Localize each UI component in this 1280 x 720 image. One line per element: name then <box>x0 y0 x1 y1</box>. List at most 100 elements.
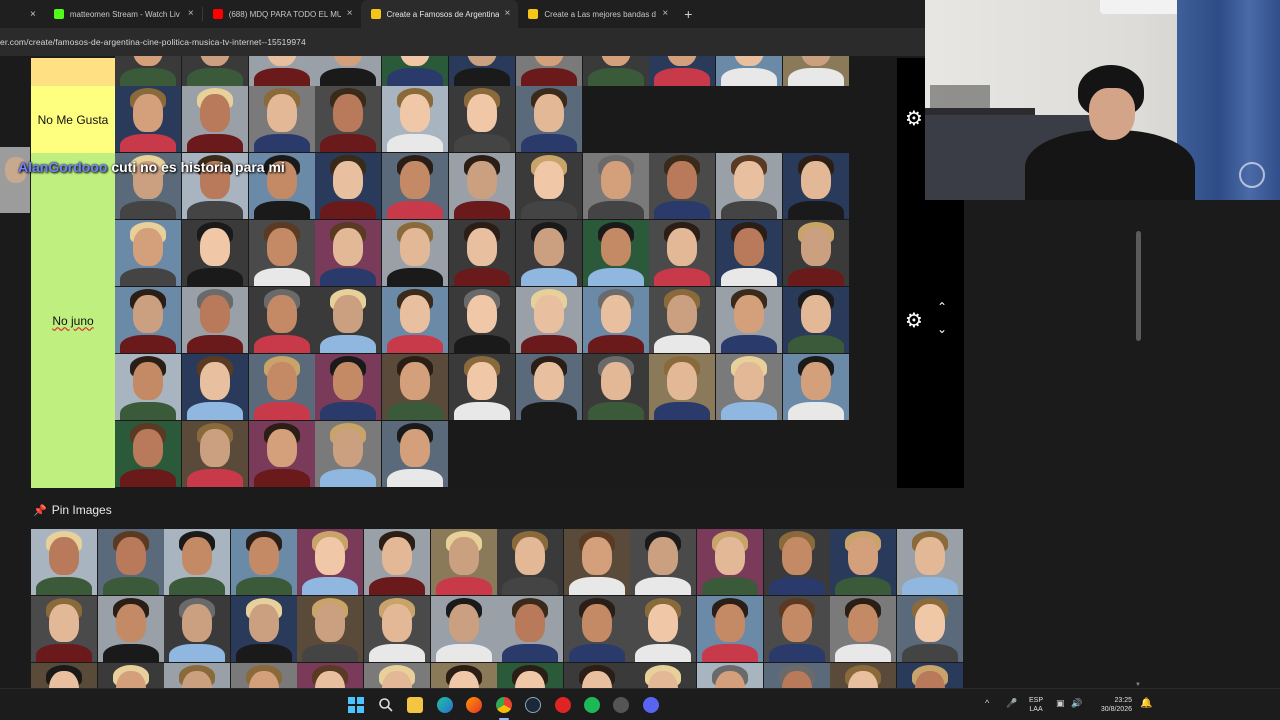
edge-icon[interactable] <box>437 697 453 713</box>
image-thumbnail[interactable] <box>716 354 782 420</box>
image-thumbnail[interactable] <box>583 153 649 219</box>
image-thumbnail[interactable] <box>449 86 515 152</box>
search-icon[interactable] <box>378 697 394 713</box>
image-thumbnail[interactable] <box>897 663 963 688</box>
image-thumbnail[interactable] <box>315 86 381 152</box>
image-thumbnail[interactable] <box>830 596 896 662</box>
image-thumbnail[interactable] <box>783 287 849 353</box>
image-thumbnail[interactable] <box>382 153 448 219</box>
image-thumbnail[interactable] <box>516 220 582 286</box>
browser-tab-tiermaker-bandas[interactable]: Create a Las mejores bandas de × <box>518 0 676 28</box>
image-thumbnail[interactable] <box>764 596 830 662</box>
image-thumbnail[interactable] <box>649 153 715 219</box>
image-thumbnail[interactable] <box>382 86 448 152</box>
image-thumbnail[interactable] <box>182 220 248 286</box>
image-thumbnail[interactable] <box>31 596 97 662</box>
image-thumbnail[interactable] <box>364 596 430 662</box>
obs-icon[interactable] <box>613 697 629 713</box>
image-thumbnail[interactable] <box>830 529 896 595</box>
image-thumbnail[interactable] <box>31 663 97 688</box>
firefox-icon[interactable] <box>466 697 482 713</box>
image-thumbnail[interactable] <box>231 596 297 662</box>
image-thumbnail[interactable] <box>783 354 849 420</box>
image-thumbnail[interactable] <box>315 220 381 286</box>
image-thumbnail[interactable] <box>649 56 715 86</box>
image-thumbnail[interactable] <box>164 663 230 688</box>
image-thumbnail[interactable] <box>249 56 315 86</box>
image-thumbnail[interactable] <box>497 529 563 595</box>
system-clock[interactable]: 23:25 30/8/2026 <box>1092 696 1132 714</box>
image-thumbnail[interactable] <box>583 354 649 420</box>
image-thumbnail[interactable] <box>716 287 782 353</box>
windows-start-icon[interactable] <box>348 697 364 713</box>
image-thumbnail[interactable] <box>630 663 696 688</box>
image-thumbnail[interactable] <box>449 153 515 219</box>
image-thumbnail[interactable] <box>783 56 849 86</box>
image-thumbnail[interactable] <box>115 421 181 487</box>
steam-icon[interactable] <box>525 697 541 713</box>
image-thumbnail[interactable] <box>297 596 363 662</box>
image-thumbnail[interactable] <box>649 287 715 353</box>
image-thumbnail[interactable] <box>315 56 381 86</box>
image-thumbnail[interactable] <box>382 421 448 487</box>
image-thumbnail[interactable] <box>697 663 763 688</box>
image-thumbnail[interactable] <box>716 153 782 219</box>
browser-tab-youtube[interactable]: (688) MDQ PARA TODO EL MU × <box>203 0 361 28</box>
image-thumbnail[interactable] <box>516 153 582 219</box>
image-thumbnail[interactable] <box>783 153 849 219</box>
browser-tab-tiermaker-famosos[interactable]: Create a Famosos de Argentina × <box>360 0 519 28</box>
image-thumbnail[interactable] <box>449 354 515 420</box>
move-up-icon[interactable]: ⌃ <box>937 301 947 313</box>
app-red-icon[interactable] <box>555 697 571 713</box>
chrome-icon[interactable] <box>496 697 512 713</box>
image-thumbnail[interactable] <box>516 86 582 152</box>
image-thumbnail[interactable] <box>164 596 230 662</box>
image-thumbnail[interactable] <box>182 287 248 353</box>
tier-label[interactable] <box>31 58 115 86</box>
image-thumbnail[interactable] <box>897 596 963 662</box>
file-explorer-icon[interactable] <box>407 697 423 713</box>
image-thumbnail[interactable] <box>716 220 782 286</box>
new-tab-button[interactable]: + <box>684 6 692 22</box>
image-thumbnail[interactable] <box>564 529 630 595</box>
image-thumbnail[interactable] <box>31 529 97 595</box>
address-bar[interactable]: er.com/create/famosos-de-argentina-cine-… <box>0 28 925 56</box>
notification-bell-icon[interactable]: 🔔 <box>1140 698 1152 709</box>
image-thumbnail[interactable] <box>564 663 630 688</box>
image-thumbnail[interactable] <box>382 354 448 420</box>
image-thumbnail[interactable] <box>830 663 896 688</box>
image-thumbnail[interactable] <box>115 220 181 286</box>
close-tab-icon[interactable]: × <box>30 9 36 20</box>
image-thumbnail[interactable] <box>382 287 448 353</box>
image-thumbnail[interactable] <box>583 220 649 286</box>
move-down-icon[interactable]: ⌄ <box>937 323 947 335</box>
image-thumbnail[interactable] <box>449 220 515 286</box>
image-thumbnail[interactable] <box>649 220 715 286</box>
image-thumbnail[interactable] <box>315 354 381 420</box>
image-thumbnail[interactable] <box>630 596 696 662</box>
image-thumbnail[interactable] <box>516 287 582 353</box>
image-thumbnail[interactable] <box>516 354 582 420</box>
image-thumbnail[interactable] <box>497 663 563 688</box>
scrollbar-thumb[interactable] <box>1136 231 1141 341</box>
close-tab-icon[interactable]: × <box>505 9 511 19</box>
close-tab-icon[interactable]: × <box>347 9 353 19</box>
pin-images-header[interactable]: 📌 Pin Images <box>33 503 112 517</box>
image-thumbnail[interactable] <box>182 86 248 152</box>
image-thumbnail[interactable] <box>382 220 448 286</box>
tray-overflow-icon[interactable]: ^ <box>985 698 989 708</box>
image-thumbnail[interactable] <box>182 56 248 86</box>
image-thumbnail[interactable] <box>297 663 363 688</box>
tier-label[interactable]: No Me Gusta <box>31 86 115 153</box>
browser-tab-kick[interactable]: matteomen Stream - Watch Liv × <box>44 0 202 28</box>
image-thumbnail[interactable] <box>164 529 230 595</box>
microphone-icon[interactable]: 🎤 <box>1006 698 1017 709</box>
image-thumbnail[interactable] <box>249 86 315 152</box>
image-thumbnail[interactable] <box>583 287 649 353</box>
image-thumbnail[interactable] <box>897 529 963 595</box>
image-thumbnail[interactable] <box>182 354 248 420</box>
image-thumbnail[interactable] <box>115 354 181 420</box>
tier-label[interactable]: No juno <box>31 153 115 488</box>
keyboard-language[interactable]: ESP LAA <box>1029 696 1043 714</box>
image-thumbnail[interactable] <box>764 529 830 595</box>
